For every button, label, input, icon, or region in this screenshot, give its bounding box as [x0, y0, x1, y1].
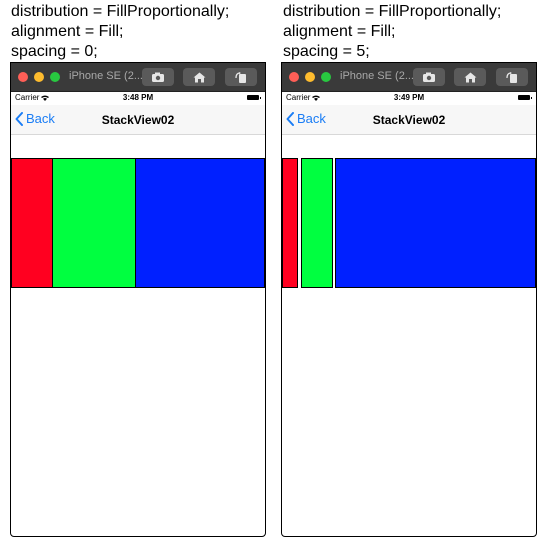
- device-name: iPhone SE (2...: [69, 70, 143, 82]
- nav-title: StackView02: [101, 113, 175, 127]
- simulator-window: iPhone SE (2... Carrier 3:49 PM Back Sta…: [281, 62, 537, 537]
- status-time: 3:48 PM: [122, 93, 154, 102]
- status-bar: Carrier 3:49 PM: [282, 92, 536, 104]
- stack-bar-red: [282, 158, 298, 288]
- stack-bar-blue: [335, 158, 536, 288]
- minimize-window-button[interactable]: [305, 72, 315, 82]
- status-time: 3:49 PM: [393, 93, 425, 102]
- rotate-icon: [505, 71, 517, 83]
- simulator-titlebar: iPhone SE (2...: [11, 63, 265, 92]
- home-icon: [464, 72, 476, 82]
- navigation-bar: Back StackView02: [282, 105, 536, 135]
- stack-view: [282, 158, 536, 288]
- rotate-button[interactable]: [225, 68, 257, 86]
- status-bar: Carrier 3:48 PM: [11, 92, 265, 104]
- navigation-bar: Back StackView02: [11, 105, 265, 135]
- home-icon: [193, 72, 205, 82]
- caption-line-alignment: alignment = Fill;: [11, 23, 124, 40]
- camera-icon: [423, 72, 435, 82]
- caption-line-distribution: distribution = FillProportionally;: [283, 3, 502, 20]
- simulator-titlebar: iPhone SE (2...: [282, 63, 536, 92]
- stack-bar-green: [301, 158, 333, 288]
- zoom-window-button[interactable]: [321, 72, 331, 82]
- battery-icon: [518, 95, 532, 100]
- home-button[interactable]: [454, 68, 486, 86]
- device-name: iPhone SE (2...: [340, 70, 414, 82]
- camera-icon: [152, 72, 164, 82]
- stack-bar-blue: [135, 158, 265, 288]
- simulator-window: iPhone SE (2... Carrier 3:48 PM Back Sta…: [10, 62, 266, 537]
- stack-bar-green: [52, 158, 136, 288]
- nav-title: StackView02: [372, 113, 446, 127]
- home-button[interactable]: [183, 68, 215, 86]
- screenshot-button[interactable]: [142, 68, 174, 86]
- caption-line-alignment: alignment = Fill;: [283, 23, 396, 40]
- config-caption: distribution = FillProportionally; align…: [11, 2, 229, 62]
- caption-line-spacing: spacing = 5;: [283, 43, 370, 60]
- rotate-icon: [234, 71, 246, 83]
- close-window-button[interactable]: [289, 72, 299, 82]
- battery-icon: [247, 95, 261, 100]
- caption-line-spacing: spacing = 0;: [11, 43, 98, 60]
- panel-spacing-0: distribution = FillProportionally; align…: [5, 0, 266, 541]
- rotate-button[interactable]: [496, 68, 528, 86]
- close-window-button[interactable]: [18, 72, 28, 82]
- config-caption: distribution = FillProportionally; align…: [283, 2, 501, 62]
- stack-bar-red: [11, 158, 53, 288]
- minimize-window-button[interactable]: [34, 72, 44, 82]
- stack-view: [11, 158, 265, 288]
- caption-line-distribution: distribution = FillProportionally;: [11, 3, 230, 20]
- panel-spacing-5: distribution = FillProportionally; align…: [277, 0, 537, 541]
- screenshot-button[interactable]: [413, 68, 445, 86]
- zoom-window-button[interactable]: [50, 72, 60, 82]
